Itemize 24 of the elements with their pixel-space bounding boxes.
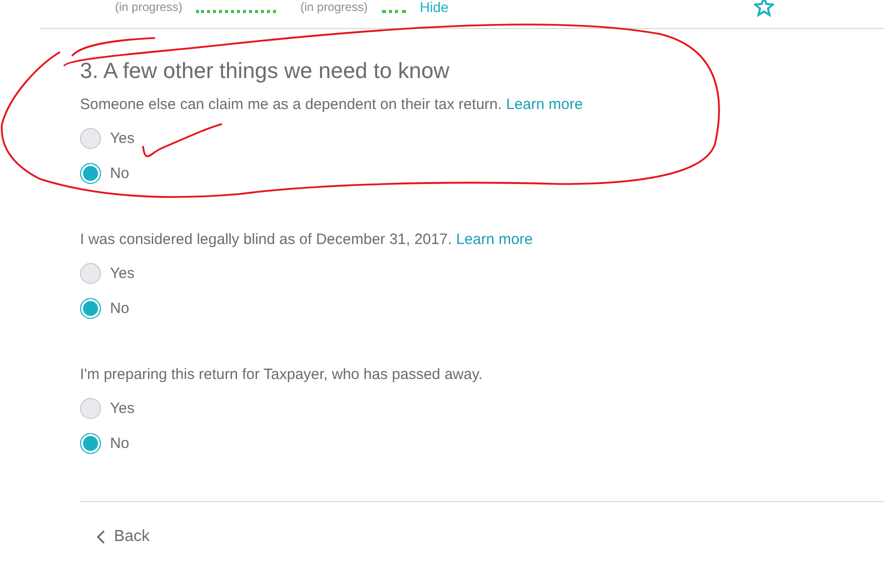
radio-button[interactable] (80, 433, 101, 454)
question-text: Someone else can claim me as a dependent on their tax return. Learn more (80, 96, 584, 113)
radio-button[interactable] (80, 263, 101, 284)
option-label: No (110, 435, 130, 452)
question-text: I'm preparing this return for Taxpayer, who has passed away. (80, 366, 484, 383)
status-text: (in progress) (115, 0, 182, 14)
option-label: No (110, 300, 130, 317)
option-label: No (110, 165, 130, 182)
hide-link[interactable]: Hide (420, 0, 449, 14)
section-title: 3. A few other things we need to know (80, 58, 450, 84)
chevron-left-icon (96, 530, 106, 544)
learn-more-link[interactable]: Learn more (456, 231, 533, 248)
learn-more-link[interactable]: Learn more (506, 96, 583, 113)
option-label: Yes (110, 265, 134, 282)
radio-button[interactable] (80, 398, 101, 419)
radio-button[interactable] (80, 128, 101, 149)
status-text: (in progress) (300, 0, 368, 14)
option-label: Yes (110, 130, 134, 147)
back-button[interactable]: Back (96, 528, 150, 546)
star-icon (754, 0, 774, 17)
option-label: Yes (110, 400, 134, 417)
radio-button[interactable] (80, 298, 101, 319)
question-text: I was considered legally blind as of December 31, 2017. Learn more (80, 231, 534, 248)
radio-button[interactable] (80, 163, 101, 184)
